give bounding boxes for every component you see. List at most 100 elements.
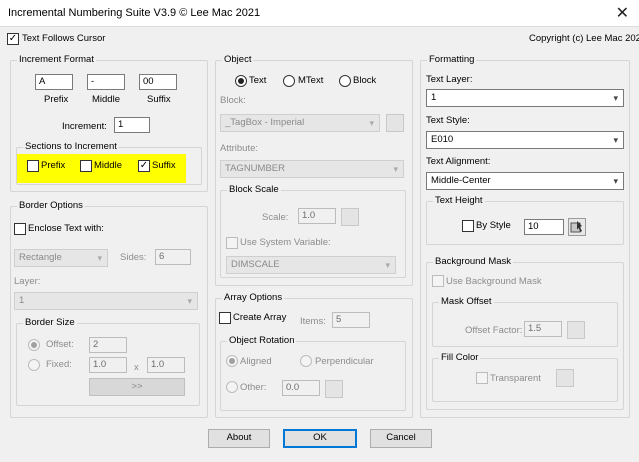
offset-input[interactable]: 2 (89, 337, 127, 353)
about-button[interactable]: About (208, 429, 270, 448)
text-alignment-dropdown[interactable]: Middle-Center ▾ (426, 172, 624, 190)
other-radio[interactable] (226, 381, 238, 393)
text-alignment-value: Middle-Center (431, 175, 491, 186)
aligned-radio[interactable] (226, 355, 238, 367)
chevron-down-icon: ▾ (97, 253, 102, 263)
cancel-button[interactable]: Cancel (370, 429, 432, 448)
fixed-x-label: x (134, 362, 139, 373)
mtext-radio-label: MText (298, 75, 324, 86)
section-prefix-checkbox[interactable] (27, 160, 39, 172)
border-layer-label: Layer: (14, 276, 41, 287)
text-follows-cursor-checkbox[interactable]: ✓ (7, 33, 19, 45)
offset-label: Offset: (46, 339, 74, 350)
create-array-checkbox[interactable] (219, 312, 231, 324)
formatting-legend: Formatting (427, 54, 477, 65)
other-angle-input[interactable]: 0.0 (282, 380, 320, 396)
suffix-input[interactable]: 00 (139, 74, 177, 90)
transparent-checkbox[interactable] (476, 372, 488, 384)
scale-pick-button[interactable] (341, 208, 359, 226)
use-system-variable-checkbox[interactable] (226, 237, 238, 249)
increment-format-legend: Increment Format (17, 54, 96, 65)
section-middle-checkbox[interactable] (80, 160, 92, 172)
text-height-legend: Text Height (433, 195, 485, 206)
angle-pick-button[interactable] (325, 380, 343, 398)
border-shape-value: Rectangle (19, 252, 62, 263)
prefix-label: Prefix (44, 94, 69, 105)
increment-label: Increment: (62, 121, 107, 132)
by-style-checkbox[interactable] (462, 220, 474, 232)
text-style-dropdown[interactable]: E010 ▾ (426, 131, 624, 149)
use-background-mask-checkbox[interactable] (432, 275, 444, 287)
prefix-input[interactable]: A (35, 74, 73, 90)
block-radio[interactable] (339, 75, 351, 87)
chevron-down-icon: ▾ (613, 135, 618, 145)
window-title: Incremental Numbering Suite V3.9 © Lee M… (8, 7, 261, 19)
items-input[interactable]: 5 (332, 312, 370, 328)
suffix-label: Suffix (147, 94, 171, 105)
object-rotation-group: Object Rotation (220, 335, 406, 411)
mtext-radio[interactable] (283, 75, 295, 87)
perpendicular-radio[interactable] (300, 355, 312, 367)
object-rotation-legend: Object Rotation (227, 335, 297, 346)
use-background-mask-label: Use Background Mask (446, 276, 542, 287)
attribute-label: Attribute: (220, 143, 259, 154)
block-scale-legend: Block Scale (227, 184, 281, 195)
fixed-width-input[interactable]: 1.0 (89, 357, 127, 373)
section-suffix-label: Suffix (152, 160, 176, 171)
aligned-label: Aligned (240, 356, 272, 367)
border-shape-dropdown[interactable]: Rectangle ▾ (14, 249, 108, 267)
border-options-legend: Border Options (17, 200, 85, 211)
attribute-value: TAGNUMBER (225, 163, 285, 174)
chevron-down-icon: ▾ (385, 260, 390, 270)
ok-button[interactable]: OK (283, 429, 357, 448)
attribute-dropdown[interactable]: TAGNUMBER ▾ (220, 160, 404, 178)
middle-input[interactable]: - (87, 74, 125, 90)
system-variable-dropdown[interactable]: DIMSCALE ▾ (226, 256, 396, 274)
fill-color-swatch[interactable] (556, 369, 574, 387)
other-label: Other: (240, 382, 267, 393)
block-label: Block: (220, 95, 246, 106)
fixed-height-input[interactable]: 1.0 (147, 357, 185, 373)
pick-size-button[interactable]: >> (89, 378, 185, 396)
text-alignment-label: Text Alignment: (426, 156, 491, 167)
close-icon[interactable]: ✕ (616, 3, 629, 23)
increment-input[interactable]: 1 (114, 117, 150, 133)
by-style-label: By Style (476, 220, 511, 231)
block-radio-label: Block (353, 75, 377, 86)
chevron-down-icon: ▾ (187, 296, 192, 306)
block-pick-button[interactable] (386, 114, 404, 132)
enclose-text-label: Enclose Text with: (28, 223, 104, 234)
block-value: _TagBox - Imperial (225, 117, 305, 128)
scale-input[interactable]: 1.0 (298, 208, 336, 224)
chevron-down-icon: ▾ (393, 164, 398, 174)
sections-legend: Sections to Increment (23, 141, 119, 152)
text-radio[interactable] (235, 75, 247, 87)
chevron-down-icon: ▾ (613, 176, 618, 186)
section-suffix-checkbox[interactable]: ✓ (138, 160, 150, 172)
sides-input[interactable]: 6 (155, 249, 191, 265)
text-style-label: Text Style: (426, 115, 470, 126)
offset-factor-input[interactable]: 1.5 (524, 321, 562, 337)
object-legend: Object (222, 54, 254, 65)
system-variable-value: DIMSCALE (231, 259, 280, 270)
chevron-down-icon: ▾ (613, 93, 618, 103)
scale-label: Scale: (262, 212, 289, 223)
border-layer-dropdown[interactable]: 1 ▾ (14, 292, 198, 310)
text-layer-value: 1 (431, 92, 437, 103)
text-layer-dropdown[interactable]: 1 ▾ (426, 89, 624, 107)
items-label: Items: (300, 316, 326, 327)
offset-factor-pick-button[interactable] (567, 321, 585, 339)
copyright-label: Copyright (c) Lee Mac 2021 (529, 33, 639, 44)
offset-radio[interactable] (28, 339, 40, 351)
use-system-variable-label: Use System Variable: (240, 237, 331, 248)
block-dropdown[interactable]: _TagBox - Imperial ▾ (220, 114, 380, 132)
text-radio-label: Text (249, 75, 267, 86)
text-follows-cursor-label: Text Follows Cursor (22, 33, 106, 44)
perpendicular-label: Perpendicular (315, 356, 374, 367)
fixed-radio[interactable] (28, 359, 40, 371)
title-bar: Incremental Numbering Suite V3.9 © Lee M… (0, 0, 639, 27)
enclose-text-checkbox[interactable] (14, 223, 26, 235)
pick-height-button[interactable] (568, 218, 586, 236)
text-height-input[interactable]: 10 (524, 219, 564, 235)
create-array-label: Create Array (233, 312, 287, 323)
